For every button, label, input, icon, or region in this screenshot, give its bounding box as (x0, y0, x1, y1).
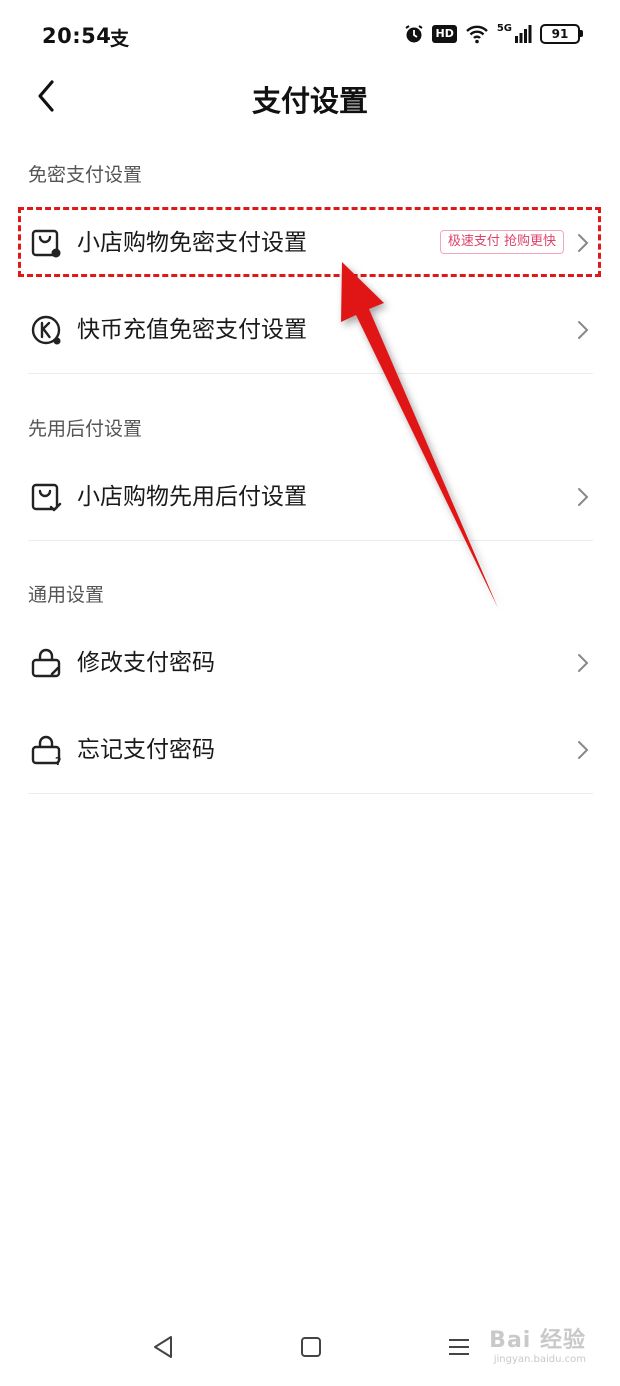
row-shop-password-free-pay[interactable]: 小店购物免密支付设置 极速支付 抢购更快 (0, 200, 620, 286)
alarm-icon (405, 25, 424, 43)
signal-icon (515, 25, 532, 43)
row-label: 小店购物先用后付设置 (77, 484, 307, 510)
watermark-url: jingyan.baidu.com (493, 1354, 586, 1365)
chevron-right-icon (578, 488, 589, 506)
promo-tag: 极速支付 抢购更快 (439, 230, 564, 254)
status-bar: 20:54 支 HD 5G 91 (0, 0, 620, 70)
chevron-right-icon (578, 741, 589, 759)
wifi-icon (465, 25, 488, 44)
section-label-pay-later: 先用后付设置 (28, 418, 143, 440)
status-time: 20:54 (42, 24, 112, 48)
hd-badge: HD (432, 25, 457, 43)
nav-home-icon[interactable] (296, 1332, 326, 1362)
row-shop-pay-later[interactable]: 小店购物先用后付设置 (0, 454, 620, 540)
divider (28, 540, 593, 541)
nav-menu-icon[interactable] (444, 1332, 474, 1362)
watermark-brand: Bai 经验 (489, 1328, 586, 1353)
row-label: 快币充值免密支付设置 (77, 317, 307, 343)
shopping-bag-pay-icon (31, 229, 61, 258)
divider (28, 793, 593, 794)
section-label-general: 通用设置 (28, 584, 105, 606)
chevron-right-icon (578, 234, 589, 252)
baidu-jingyan-watermark: Bai 经验 jingyan.baidu.com (489, 1322, 586, 1365)
lock-edit-icon (31, 648, 61, 678)
svg-text:?: ? (55, 755, 61, 766)
chevron-right-icon (578, 654, 589, 672)
section-label-password-free: 免密支付设置 (28, 164, 143, 186)
system-nav-bar: Bai 经验 jingyan.baidu.com (0, 1310, 620, 1386)
lock-question-icon: ? (31, 735, 61, 766)
row-label: 忘记支付密码 (77, 737, 215, 763)
row-label: 小店购物免密支付设置 (77, 230, 307, 256)
row-forgot-pay-password[interactable]: ? 忘记支付密码 (0, 707, 620, 793)
nav-back-icon[interactable] (148, 1332, 178, 1362)
row-change-pay-password[interactable]: 修改支付密码 (0, 620, 620, 706)
kuaibi-coin-icon (31, 315, 61, 345)
page-header: 支付设置 (0, 66, 620, 126)
page-title: 支付设置 (251, 84, 368, 118)
battery-icon: 91 (540, 24, 583, 44)
divider (28, 373, 593, 374)
chevron-right-icon (578, 321, 589, 339)
alipay-notification-icon: 支 (110, 28, 130, 50)
row-kuaibi-password-free-pay[interactable]: 快币充值免密支付设置 (0, 287, 620, 373)
row-label: 修改支付密码 (77, 650, 215, 676)
network-type: 5G (496, 22, 512, 34)
shopping-bag-check-icon (31, 483, 62, 512)
battery-level: 91 (551, 27, 569, 41)
